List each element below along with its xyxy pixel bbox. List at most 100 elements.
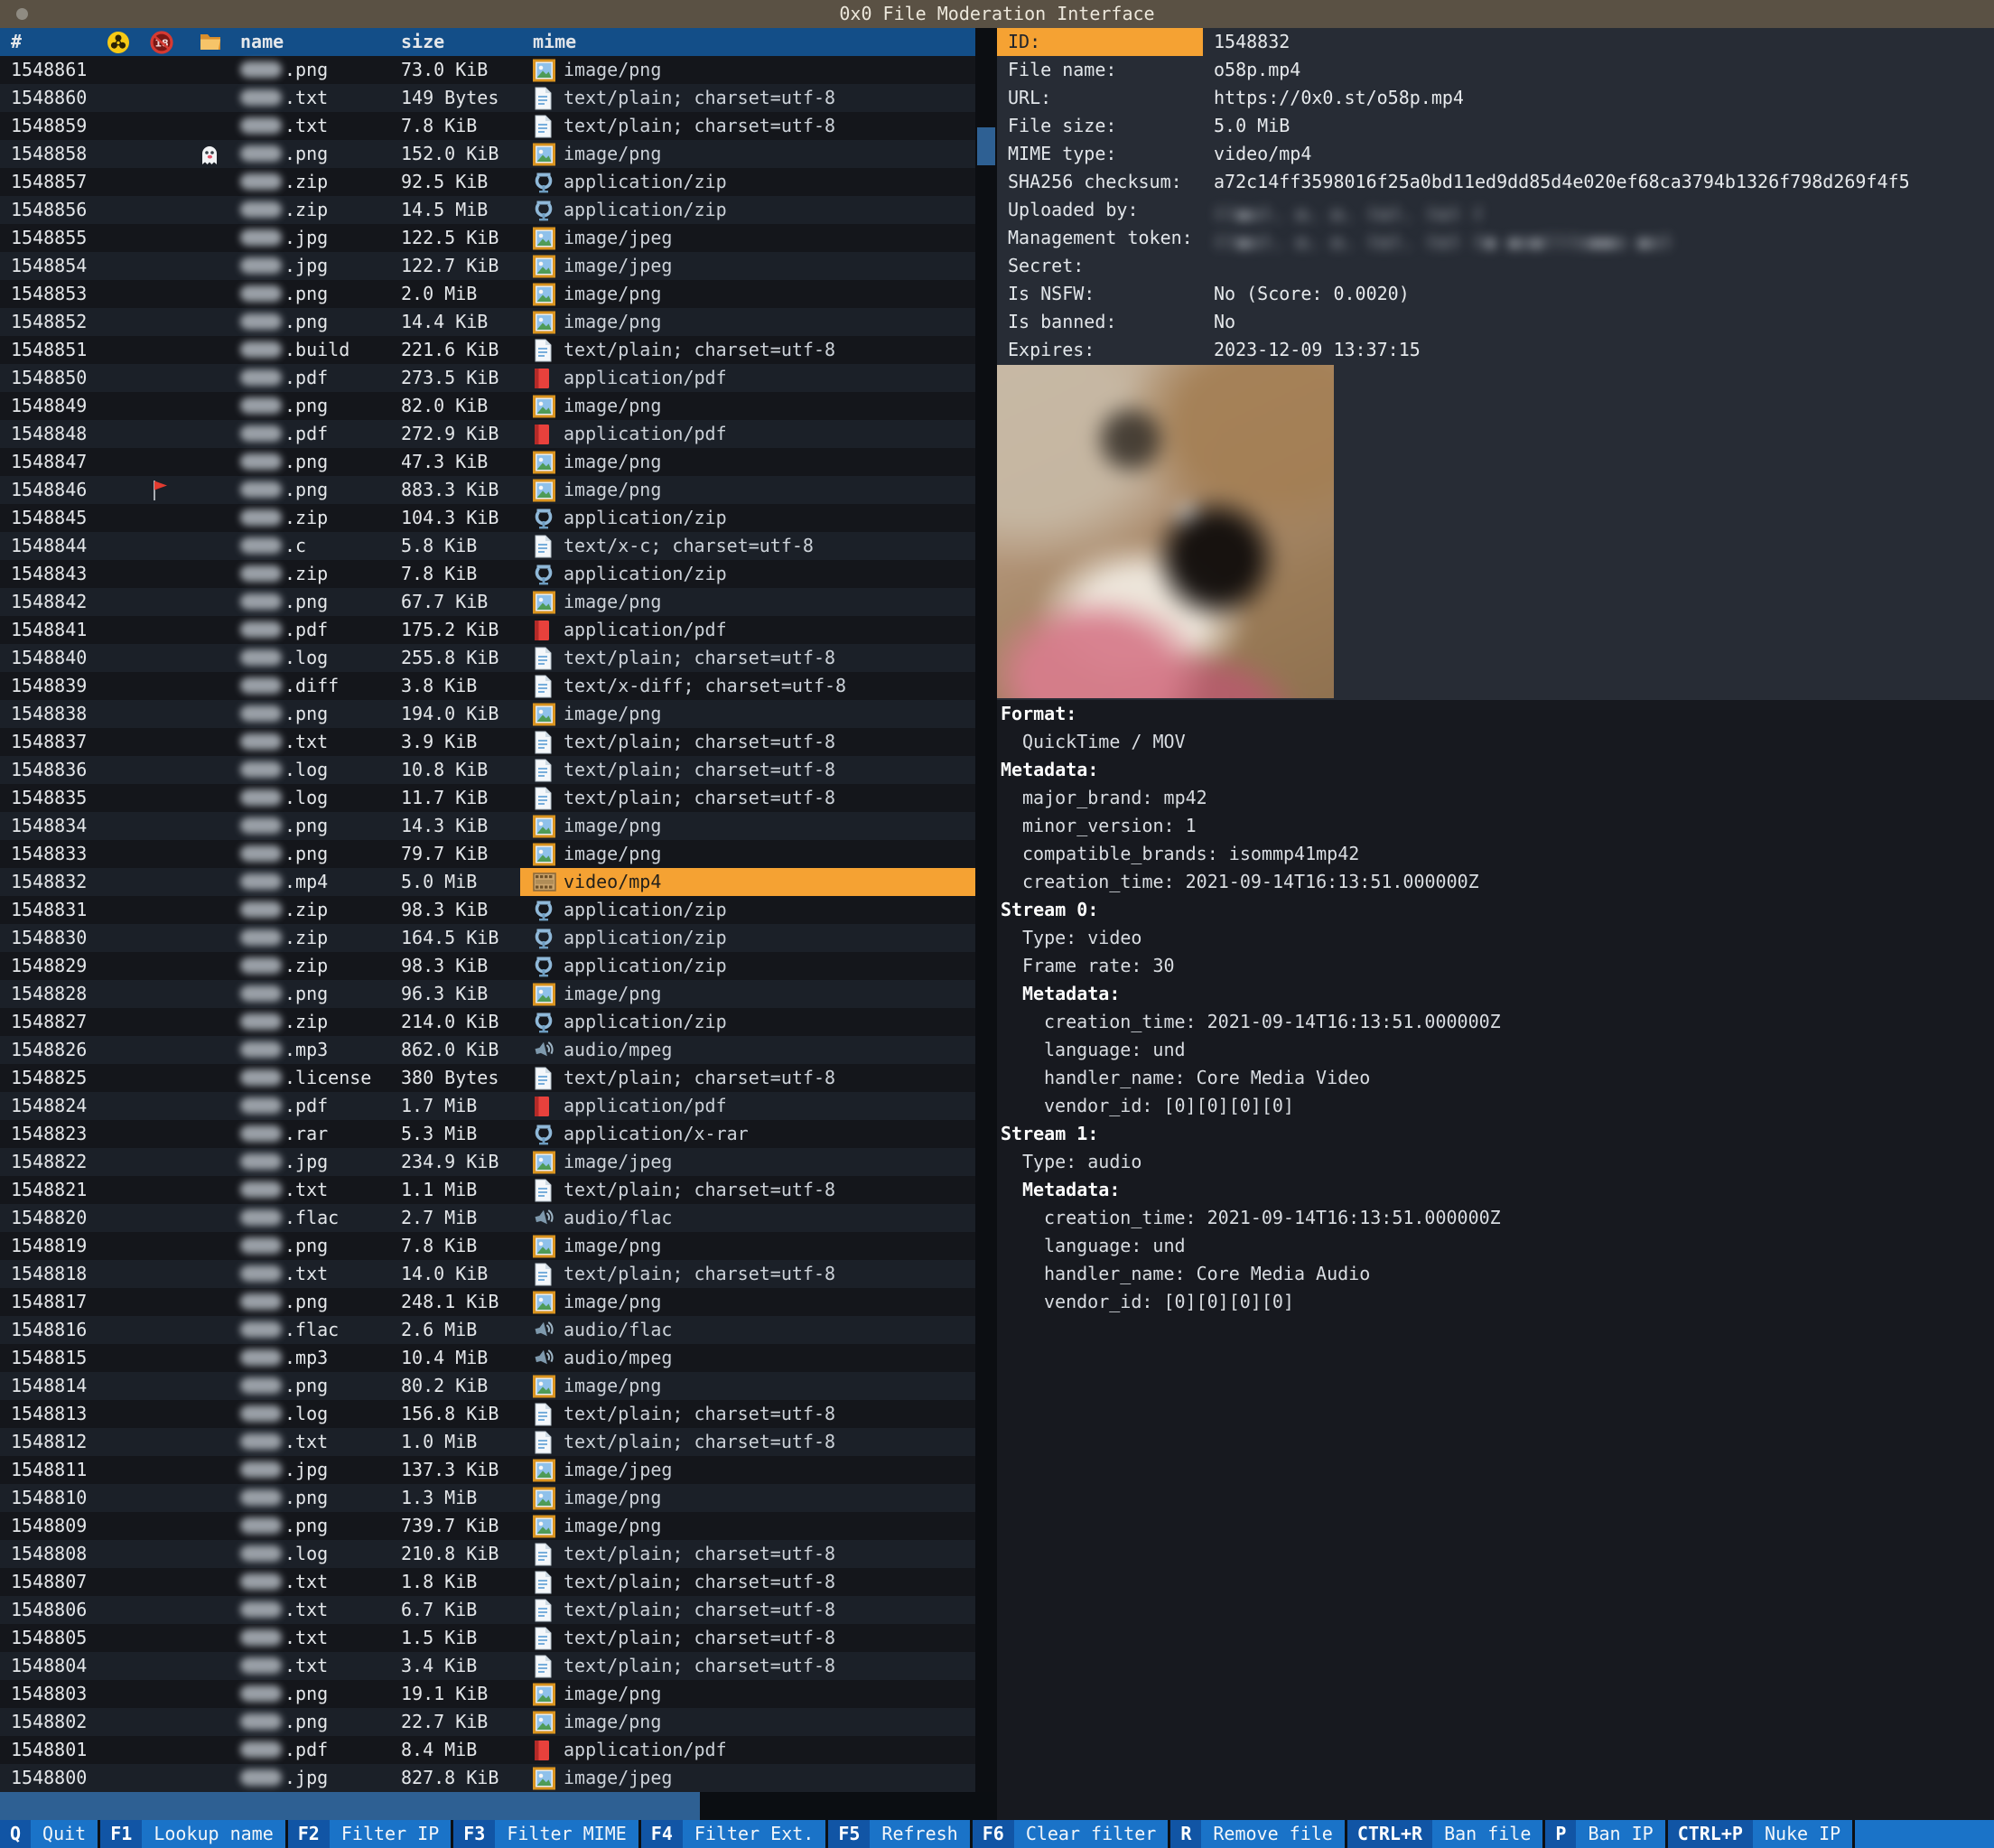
table-row[interactable]: 1548826.mp3862.0 KiBaudio/mpeg <box>0 1036 975 1064</box>
table-row[interactable]: 1548853.png2.0 MiBimage/png <box>0 280 975 308</box>
table-row[interactable]: 1548842.png67.7 KiBimage/png <box>0 588 975 616</box>
shortcut-label[interactable]: Ban IP <box>1576 1820 1664 1848</box>
table-row[interactable]: 1548854.jpg122.7 KiBimage/jpeg <box>0 252 975 280</box>
shortcut-label[interactable]: Lookup name <box>142 1820 284 1848</box>
table-row[interactable]: 1548841.pdf175.2 KiBapplication/pdf <box>0 616 975 644</box>
table-row[interactable]: 1548844.c5.8 KiBtext/x-c; charset=utf-8 <box>0 532 975 560</box>
shortcut-key[interactable]: F3 <box>453 1820 495 1848</box>
table-row[interactable]: 1548849.png82.0 KiBimage/png <box>0 392 975 420</box>
table-row[interactable]: 1548824.pdf1.7 MiBapplication/pdf <box>0 1092 975 1120</box>
table-row[interactable]: 1548857.zip92.5 KiBapplication/zip <box>0 168 975 196</box>
statusbar-action-clear-filter[interactable]: F6Clear filter <box>973 1820 1169 1848</box>
table-row[interactable]: 1548845.zip104.3 KiBapplication/zip <box>0 504 975 532</box>
table-row[interactable]: 1548847.png47.3 KiBimage/png <box>0 448 975 476</box>
shortcut-key[interactable]: F4 <box>641 1820 683 1848</box>
table-row[interactable]: 1548835.log11.7 KiBtext/plain; charset=u… <box>0 784 975 812</box>
statusbar-action-filter-ext-[interactable]: F4Filter Ext. <box>641 1820 826 1848</box>
table-row[interactable]: 1548823.rar5.3 MiBapplication/x-rar <box>0 1120 975 1148</box>
table-row[interactable]: 1548805.txt1.5 KiBtext/plain; charset=ut… <box>0 1624 975 1652</box>
table-row[interactable]: 1548833.png79.7 KiBimage/png <box>0 840 975 868</box>
statusbar-action-lookup-name[interactable]: F1Lookup name <box>100 1820 285 1848</box>
shortcut-key[interactable]: F1 <box>100 1820 142 1848</box>
table-row[interactable]: 1548856.zip14.5 MiBapplication/zip <box>0 196 975 224</box>
table-row[interactable]: 1548859.txt7.8 KiBtext/plain; charset=ut… <box>0 112 975 140</box>
shortcut-label[interactable]: Clear filter <box>1014 1820 1169 1848</box>
table-row[interactable]: 1548808.log210.8 KiBtext/plain; charset=… <box>0 1540 975 1568</box>
table-row[interactable]: 1548819.png7.8 KiBimage/png <box>0 1232 975 1260</box>
shortcut-key[interactable]: CTRL+P <box>1668 1820 1753 1848</box>
table-row[interactable]: 1548843.zip7.8 KiBapplication/zip <box>0 560 975 588</box>
table-row[interactable]: 1548836.log10.8 KiBtext/plain; charset=u… <box>0 756 975 784</box>
statusbar-action-nuke-ip[interactable]: CTRL+PNuke IP <box>1668 1820 1853 1848</box>
table-row[interactable]: 1548820.flac2.7 MiBaudio/flac <box>0 1204 975 1232</box>
statusbar-action-filter-mime[interactable]: F3Filter MIME <box>453 1820 638 1848</box>
table-row[interactable]: 1548855.jpg122.5 KiBimage/jpeg <box>0 224 975 252</box>
table-row[interactable]: 1548852.png14.4 KiBimage/png <box>0 308 975 336</box>
shortcut-label[interactable]: Quit <box>31 1820 98 1848</box>
statusbar-action-filter-ip[interactable]: F2Filter IP <box>288 1820 451 1848</box>
table-row[interactable]: 1548818.txt14.0 KiBtext/plain; charset=u… <box>0 1260 975 1288</box>
archive-mime-icon <box>533 955 554 986</box>
table-row[interactable]: 1548860.txt149 Bytestext/plain; charset=… <box>0 84 975 112</box>
shortcut-label[interactable]: Refresh <box>870 1820 969 1848</box>
shortcut-key[interactable]: F2 <box>288 1820 330 1848</box>
table-row[interactable]: 1548838.png194.0 KiBimage/png <box>0 700 975 728</box>
table-row[interactable]: 1548840.log255.8 KiBtext/plain; charset=… <box>0 644 975 672</box>
table-row[interactable]: 1548817.png248.1 KiBimage/png <box>0 1288 975 1316</box>
table-row[interactable]: 1548811.jpg137.3 KiBimage/jpeg <box>0 1456 975 1484</box>
shortcut-label[interactable]: Filter MIME <box>495 1820 638 1848</box>
table-row[interactable]: 1548810.png1.3 MiBimage/png <box>0 1484 975 1512</box>
table-row[interactable]: 1548829.zip98.3 KiBapplication/zip <box>0 952 975 980</box>
shortcut-key[interactable]: F5 <box>828 1820 870 1848</box>
table-row[interactable]: 1548831.zip98.3 KiBapplication/zip <box>0 896 975 924</box>
shortcut-label[interactable]: Filter IP <box>330 1820 451 1848</box>
shortcut-key[interactable]: CTRL+R <box>1347 1820 1432 1848</box>
table-row[interactable]: 1548800.jpg827.8 KiBimage/jpeg <box>0 1764 975 1792</box>
vertical-scrollbar-track[interactable] <box>975 28 997 1792</box>
table-row[interactable]: 1548803.png19.1 KiBimage/png <box>0 1680 975 1708</box>
shortcut-label[interactable]: Remove file <box>1201 1820 1344 1848</box>
table-row[interactable]: 1548850.pdf273.5 KiBapplication/pdf <box>0 364 975 392</box>
table-row[interactable]: 1548804.txt3.4 KiBtext/plain; charset=ut… <box>0 1652 975 1680</box>
statusbar-action-quit[interactable]: QQuit <box>0 1820 98 1848</box>
table-row[interactable]: 1548848.pdf272.9 KiBapplication/pdf <box>0 420 975 448</box>
table-row[interactable]: 1548851.build221.6 KiBtext/plain; charse… <box>0 336 975 364</box>
statusbar-action-ban-file[interactable]: CTRL+RBan file <box>1347 1820 1543 1848</box>
shortcut-key[interactable]: R <box>1170 1820 1201 1848</box>
table-row[interactable]: 1548807.txt1.8 KiBtext/plain; charset=ut… <box>0 1568 975 1596</box>
shortcut-key[interactable]: Q <box>0 1820 31 1848</box>
table-row[interactable]: 1548821.txt1.1 MiBtext/plain; charset=ut… <box>0 1176 975 1204</box>
table-row[interactable]: 1548801.pdf8.4 MiBapplication/pdf <box>0 1736 975 1764</box>
statusbar-action-ban-ip[interactable]: PBan IP <box>1545 1820 1664 1848</box>
table-row[interactable]: 1548861.png73.0 KiBimage/png <box>0 56 975 84</box>
statusbar-action-remove-file[interactable]: RRemove file <box>1170 1820 1345 1848</box>
shortcut-label[interactable]: Ban file <box>1432 1820 1542 1848</box>
table-row[interactable]: 1548812.txt1.0 MiBtext/plain; charset=ut… <box>0 1428 975 1456</box>
shortcut-key[interactable]: P <box>1545 1820 1576 1848</box>
vertical-scrollbar-thumb[interactable] <box>977 127 995 165</box>
shortcut-label[interactable]: Filter Ext. <box>683 1820 825 1848</box>
table-row[interactable]: 1548822.jpg234.9 KiBimage/jpeg <box>0 1148 975 1176</box>
table-row[interactable]: 1548858.png152.0 KiBimage/png <box>0 140 975 168</box>
horizontal-scrollbar-thumb[interactable] <box>0 1792 700 1820</box>
table-row[interactable]: 1548830.zip164.5 KiBapplication/zip <box>0 924 975 952</box>
table-row[interactable]: 1548828.png96.3 KiBimage/png <box>0 980 975 1008</box>
file-id: 1548808 <box>11 1540 87 1568</box>
table-row[interactable]: 1548827.zip214.0 KiBapplication/zip <box>0 1008 975 1036</box>
table-row[interactable]: 1548814.png80.2 KiBimage/png <box>0 1372 975 1400</box>
table-row[interactable]: 1548837.txt3.9 KiBtext/plain; charset=ut… <box>0 728 975 756</box>
table-row[interactable]: 1548834.png14.3 KiBimage/png <box>0 812 975 840</box>
shortcut-label[interactable]: Nuke IP <box>1753 1820 1852 1848</box>
table-row[interactable]: 1548806.txt6.7 KiBtext/plain; charset=ut… <box>0 1596 975 1624</box>
table-row[interactable]: 1548816.flac2.6 MiBaudio/flac <box>0 1316 975 1344</box>
table-row[interactable]: 1548802.png22.7 KiBimage/png <box>0 1708 975 1736</box>
table-row[interactable]: 1548846.png883.3 KiBimage/png <box>0 476 975 504</box>
table-row[interactable]: 1548813.log156.8 KiBtext/plain; charset=… <box>0 1400 975 1428</box>
table-row[interactable]: 1548839.diff3.8 KiBtext/x-diff; charset=… <box>0 672 975 700</box>
shortcut-key[interactable]: F6 <box>973 1820 1014 1848</box>
statusbar-action-refresh[interactable]: F5Refresh <box>828 1820 969 1848</box>
table-row[interactable]: 1548815.mp310.4 MiBaudio/mpeg <box>0 1344 975 1372</box>
table-row[interactable]: 1548832.mp45.0 MiBvideo/mp4 <box>0 868 975 896</box>
table-row[interactable]: 1548809.png739.7 KiBimage/png <box>0 1512 975 1540</box>
table-row[interactable]: 1548825.license380 Bytestext/plain; char… <box>0 1064 975 1092</box>
